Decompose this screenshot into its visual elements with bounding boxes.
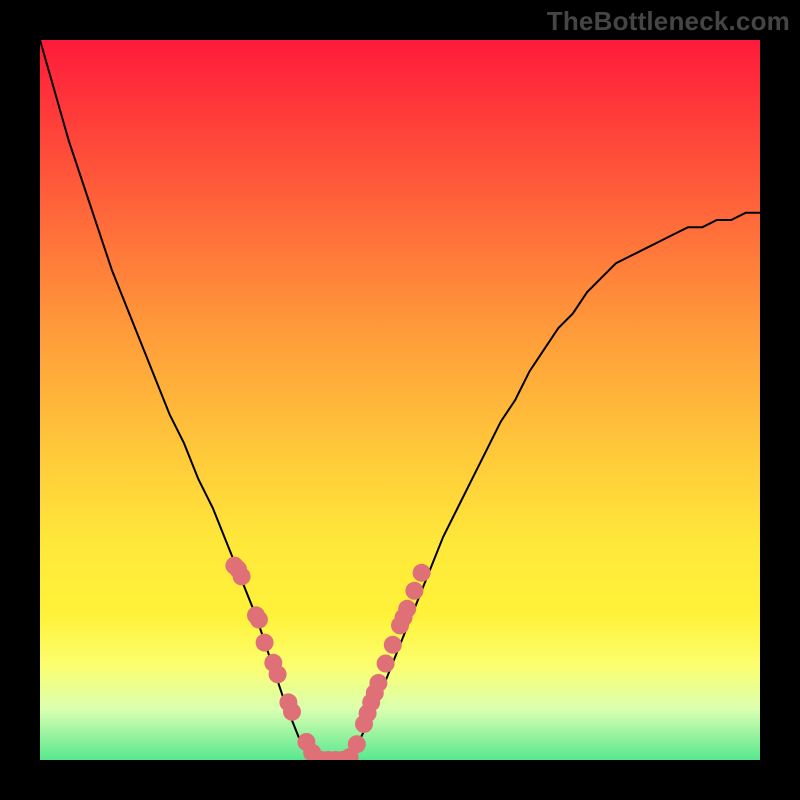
marker-point (348, 735, 366, 753)
watermark-text: TheBottleneck.com (547, 6, 790, 37)
bottleneck-curve (40, 40, 760, 760)
marker-point (398, 600, 416, 618)
chart-frame: TheBottleneck.com (0, 0, 800, 800)
marker-point (283, 703, 301, 721)
marker-point (269, 665, 287, 683)
marker-point (256, 634, 274, 652)
chart-svg (40, 40, 760, 760)
marker-group (225, 557, 430, 760)
marker-point (233, 567, 251, 585)
marker-point (377, 655, 395, 673)
marker-point (384, 636, 402, 654)
marker-point (413, 564, 431, 582)
marker-point (250, 611, 268, 629)
marker-point (405, 582, 423, 600)
marker-point (369, 674, 387, 692)
plot-area (40, 40, 760, 760)
